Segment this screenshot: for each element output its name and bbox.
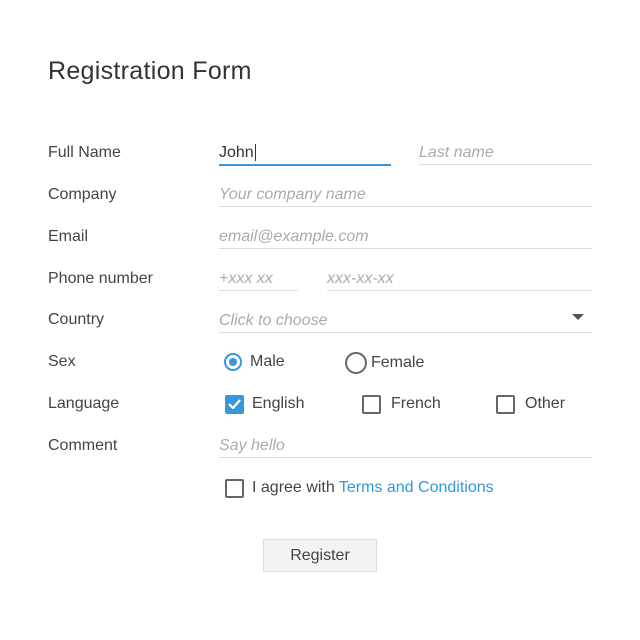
email-label: Email [48, 228, 89, 245]
dropdown-arrow-icon [572, 314, 584, 320]
radio-male[interactable]: Male [224, 352, 285, 372]
language-label: Language [48, 395, 120, 412]
checkbox-other[interactable]: Other [496, 394, 565, 414]
phone-number-input[interactable]: xxx-xx-xx [327, 268, 592, 291]
text-cursor [254, 144, 256, 161]
checkbox-english[interactable]: English [225, 394, 304, 414]
phone-label: Phone number [48, 270, 153, 287]
checkbox-unchecked-icon [362, 394, 381, 414]
checkbox-unchecked-icon [496, 394, 515, 414]
first-name-input[interactable]: John [219, 142, 391, 166]
radio-unchecked-icon [345, 352, 367, 374]
email-input[interactable]: email@example.com [219, 226, 592, 249]
phone-code-input[interactable]: +xxx xx [219, 268, 298, 291]
company-input[interactable]: Your company name [219, 184, 592, 207]
last-name-input[interactable]: Last name [419, 142, 592, 165]
full-name-label: Full Name [48, 144, 121, 161]
country-select[interactable]: Click to choose [219, 310, 592, 333]
company-label: Company [48, 186, 117, 203]
register-button[interactable]: Register [263, 539, 377, 572]
checkbox-french[interactable]: French [362, 394, 441, 414]
page-title: Registration Form [48, 57, 252, 85]
checkbox-checked-icon [225, 394, 244, 414]
agree-checkbox[interactable]: I agree with Terms and Conditions [225, 478, 494, 498]
radio-checked-icon [224, 353, 242, 371]
comment-label: Comment [48, 437, 118, 454]
radio-female[interactable]: Female [345, 352, 424, 374]
sex-label: Sex [48, 353, 76, 370]
checkbox-unchecked-icon [225, 478, 244, 498]
terms-link[interactable]: Terms and Conditions [339, 479, 494, 496]
comment-input[interactable]: Say hello [219, 435, 592, 458]
country-label: Country [48, 311, 105, 328]
